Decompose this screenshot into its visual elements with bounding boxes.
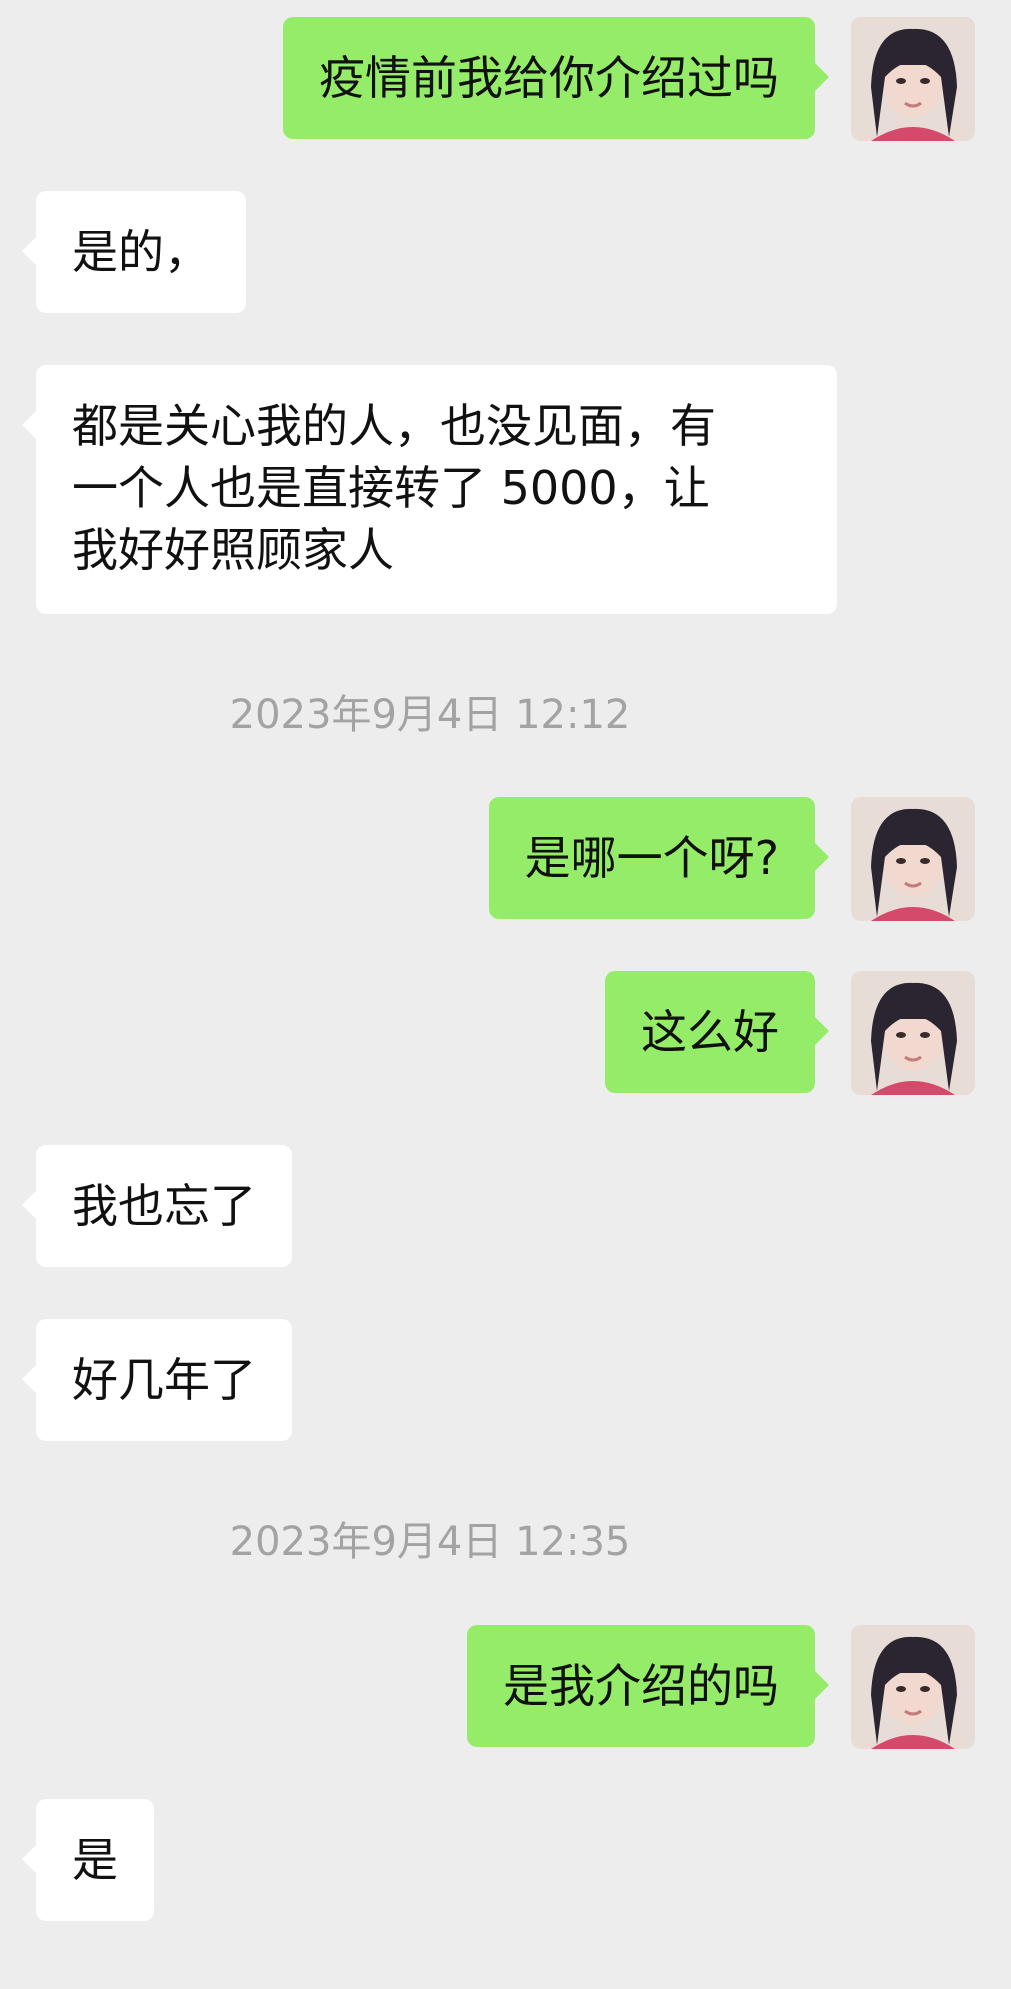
message-text-line: 都是关心我的人，也没见面，有 — [72, 399, 716, 453]
incoming-message-bubble[interactable]: 是 — [22, 1799, 154, 1921]
message-text-line: 我好好照顾家人 — [72, 523, 394, 577]
message-timestamp: 2023年9月4日 12:35 — [229, 1519, 631, 1565]
incoming-message-bubble[interactable]: 我也忘了 — [22, 1145, 292, 1267]
incoming-message-bubble[interactable]: 都是关心我的人，也没见面，有 一个人也是直接转了 5000，让 我好好照顾家人 — [22, 365, 837, 614]
user-avatar-icon — [851, 797, 975, 921]
user-avatar-icon — [851, 971, 975, 1095]
outgoing-message-bubble[interactable]: 疫情前我给你介绍过吗 — [283, 17, 829, 139]
message-text: 是哪一个呀? — [524, 831, 779, 885]
user-avatar-icon — [851, 17, 975, 141]
user-avatar-icon — [851, 1625, 975, 1749]
message-text: 是我介绍的吗 — [503, 1659, 779, 1713]
message-text: 疫情前我给你介绍过吗 — [319, 51, 779, 105]
outgoing-message-bubble[interactable]: 是哪一个呀? — [488, 797, 830, 919]
message-timestamp: 2023年9月4日 12:12 — [229, 692, 631, 738]
avatar[interactable] — [851, 797, 975, 921]
outgoing-message-bubble[interactable]: 是我介绍的吗 — [467, 1625, 829, 1747]
message-text: 我也忘了 — [72, 1179, 256, 1233]
message-text: 是 — [72, 1833, 118, 1887]
avatar[interactable] — [851, 17, 975, 141]
avatar[interactable] — [851, 1625, 975, 1749]
message-text-line: 一个人也是直接转了 5000，让 — [72, 461, 710, 515]
incoming-message-bubble[interactable]: 是的， — [22, 191, 246, 313]
message-text: 这么好 — [641, 1005, 779, 1059]
incoming-message-bubble[interactable]: 好几年了 — [22, 1319, 292, 1441]
message-text: 是的， — [72, 225, 210, 279]
outgoing-message-bubble[interactable]: 这么好 — [605, 971, 829, 1093]
avatar[interactable] — [851, 971, 975, 1095]
message-text: 好几年了 — [72, 1353, 256, 1407]
